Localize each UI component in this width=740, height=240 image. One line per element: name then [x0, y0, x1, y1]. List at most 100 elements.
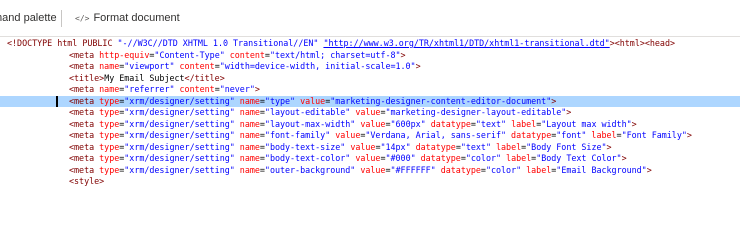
code-token: "text" [475, 118, 512, 129]
code-token: meta [74, 118, 100, 129]
code-token: label [506, 153, 532, 163]
code-editor[interactable]: <!DOCTYPE html PUBLIC "-//W3C//DTD XHTML… [0, 37, 740, 213]
code-token: name [239, 107, 260, 117]
code-token: "layout-editable" [264, 107, 356, 117]
code-token: My Email Subject [104, 72, 185, 83]
code-token: > [415, 61, 421, 71]
code-line[interactable]: <!DOCTYPE html PUBLIC "-//W3C//DTD XHTML… [0, 38, 740, 50]
code-token: "referrer" [124, 84, 180, 94]
code-line[interactable]: <meta type="xrm/designer/setting" name="… [0, 142, 740, 154]
code-token: value [300, 95, 326, 106]
code-token: "body-text-color" [264, 153, 356, 163]
code-line-text: <meta name="viewport" content="width=dev… [69, 61, 421, 73]
code-token: "Verdana, Arial, sans-serif" [365, 130, 512, 140]
code-line-text: <meta type="xrm/designer/setting" name="… [69, 130, 692, 142]
code-token: "body-text-size" [264, 141, 351, 152]
code-token: > [646, 164, 652, 175]
code-token: label [526, 164, 552, 175]
code-token: > [621, 153, 627, 163]
code-token: name [239, 118, 260, 129]
code-token: style [74, 176, 100, 186]
code-token: meta [74, 130, 100, 140]
code-token: "Content-Type" [154, 49, 230, 60]
code-line-text: <style> [69, 176, 104, 188]
code-line[interactable]: <meta type="xrm/designer/setting" name="… [0, 153, 740, 165]
code-token: "#000" [385, 153, 421, 163]
code-token: meta [74, 153, 100, 163]
code-token: type [99, 130, 120, 140]
code-token: type [99, 141, 120, 152]
code-token: > [669, 38, 676, 48]
code-token: datatype [430, 118, 471, 129]
code-token: >< [609, 38, 620, 48]
code-line-text: <meta type="xrm/designer/setting" name="… [69, 153, 627, 165]
editor-toolbar: mand palette </>Format document [0, 0, 740, 37]
code-line[interactable]: <meta http-equiv="Content-Type" content=… [0, 50, 740, 62]
code-token: meta [74, 95, 100, 106]
code-token: value [335, 130, 361, 140]
format-document-button[interactable]: </> Format document [75, 0, 180, 36]
code-token: "Font Family" [621, 130, 687, 140]
code-token: "outer-background" [264, 164, 361, 175]
code-token: "width=device-width, initial-scale=1.0" [219, 61, 416, 71]
code-token: "xrm/designer/setting" [124, 153, 240, 163]
code-token: "text" [460, 141, 496, 152]
code-token: "xrm/designer/setting" [124, 164, 240, 175]
code-token: meta [74, 141, 100, 152]
code-token: content [229, 49, 265, 60]
code-token: "color" [485, 164, 527, 175]
code-token: </ [184, 72, 195, 83]
code-token: "layout-max-width" [264, 118, 361, 129]
code-token: value [350, 141, 376, 152]
command-palette-button[interactable]: mand palette [0, 0, 57, 36]
code-line-text: <meta type="xrm/designer/setting" name="… [69, 119, 637, 131]
code-token: "xrm/designer/setting" [124, 107, 240, 117]
code-line-text: <meta type="xrm/designer/setting" name="… [69, 107, 571, 119]
code-line[interactable]: <meta type="xrm/designer/setting" name="… [0, 119, 740, 131]
code-line[interactable]: <meta type="xrm/designer/setting" name="… [0, 165, 740, 177]
code-token: title [194, 72, 220, 83]
code-token: "marketing-designer-layout-editable" [385, 107, 567, 117]
code-token: name [239, 164, 260, 175]
code-token: > [219, 72, 225, 83]
code-line-text: <!DOCTYPE html PUBLIC "-//W3C//DTD XHTML… [7, 38, 675, 50]
code-token: > [551, 95, 557, 106]
code-line[interactable]: <meta name="referrer" content="never"> [0, 84, 740, 96]
code-token: label [591, 130, 617, 140]
code-token: "text/html; charset=utf-8" [269, 49, 401, 60]
code-token: "600px" [390, 118, 431, 129]
code-line-text: <meta type="xrm/designer/setting" name="… [69, 165, 652, 177]
code-line[interactable]: <meta type="xrm/designer/setting" name="… [0, 130, 740, 142]
code-token: "-//W3C//DTD XHTML 1.0 Transitional//EN" [117, 38, 324, 48]
code-line-text: <meta type="xrm/designer/setting" name="… [69, 96, 556, 108]
code-token: name [99, 61, 120, 71]
code-token: "font" [556, 130, 592, 140]
code-line[interactable]: <meta name="viewport" content="width=dev… [0, 61, 740, 73]
code-token: content [179, 61, 215, 71]
code-line[interactable]: <meta type="xrm/designer/setting" name="… [0, 95, 740, 108]
code-token: http-equiv [99, 49, 150, 60]
code-token: "marketing-designer-content-editor-docum… [330, 95, 552, 106]
code-token: > [631, 118, 637, 129]
code-token: value [360, 164, 386, 175]
code-token: meta [74, 84, 100, 94]
code-token: meta [74, 61, 100, 71]
code-line[interactable]: <style> [0, 176, 740, 188]
code-line[interactable]: <title>My Email Subject</title> [0, 73, 740, 85]
code-token: value [355, 107, 381, 117]
code-token: name [99, 84, 120, 94]
code-token: "Layout max width" [541, 118, 632, 129]
code-token: "never" [219, 84, 255, 94]
code-line[interactable]: <meta type="xrm/designer/setting" name="… [0, 107, 740, 119]
code-token: type [99, 95, 120, 106]
code-token: title [74, 72, 100, 83]
code-token: html PUBLIC [57, 38, 118, 48]
code-token: "#FFFFFF" [390, 164, 441, 175]
code-token: "xrm/designer/setting" [124, 130, 240, 140]
code-token: "color" [465, 153, 507, 163]
code-token: html [619, 38, 640, 48]
code-token: "Body Text Color" [536, 153, 622, 163]
format-document-label: Format document [93, 12, 180, 24]
code-token: >< [639, 38, 650, 48]
code-token: > [686, 130, 692, 140]
